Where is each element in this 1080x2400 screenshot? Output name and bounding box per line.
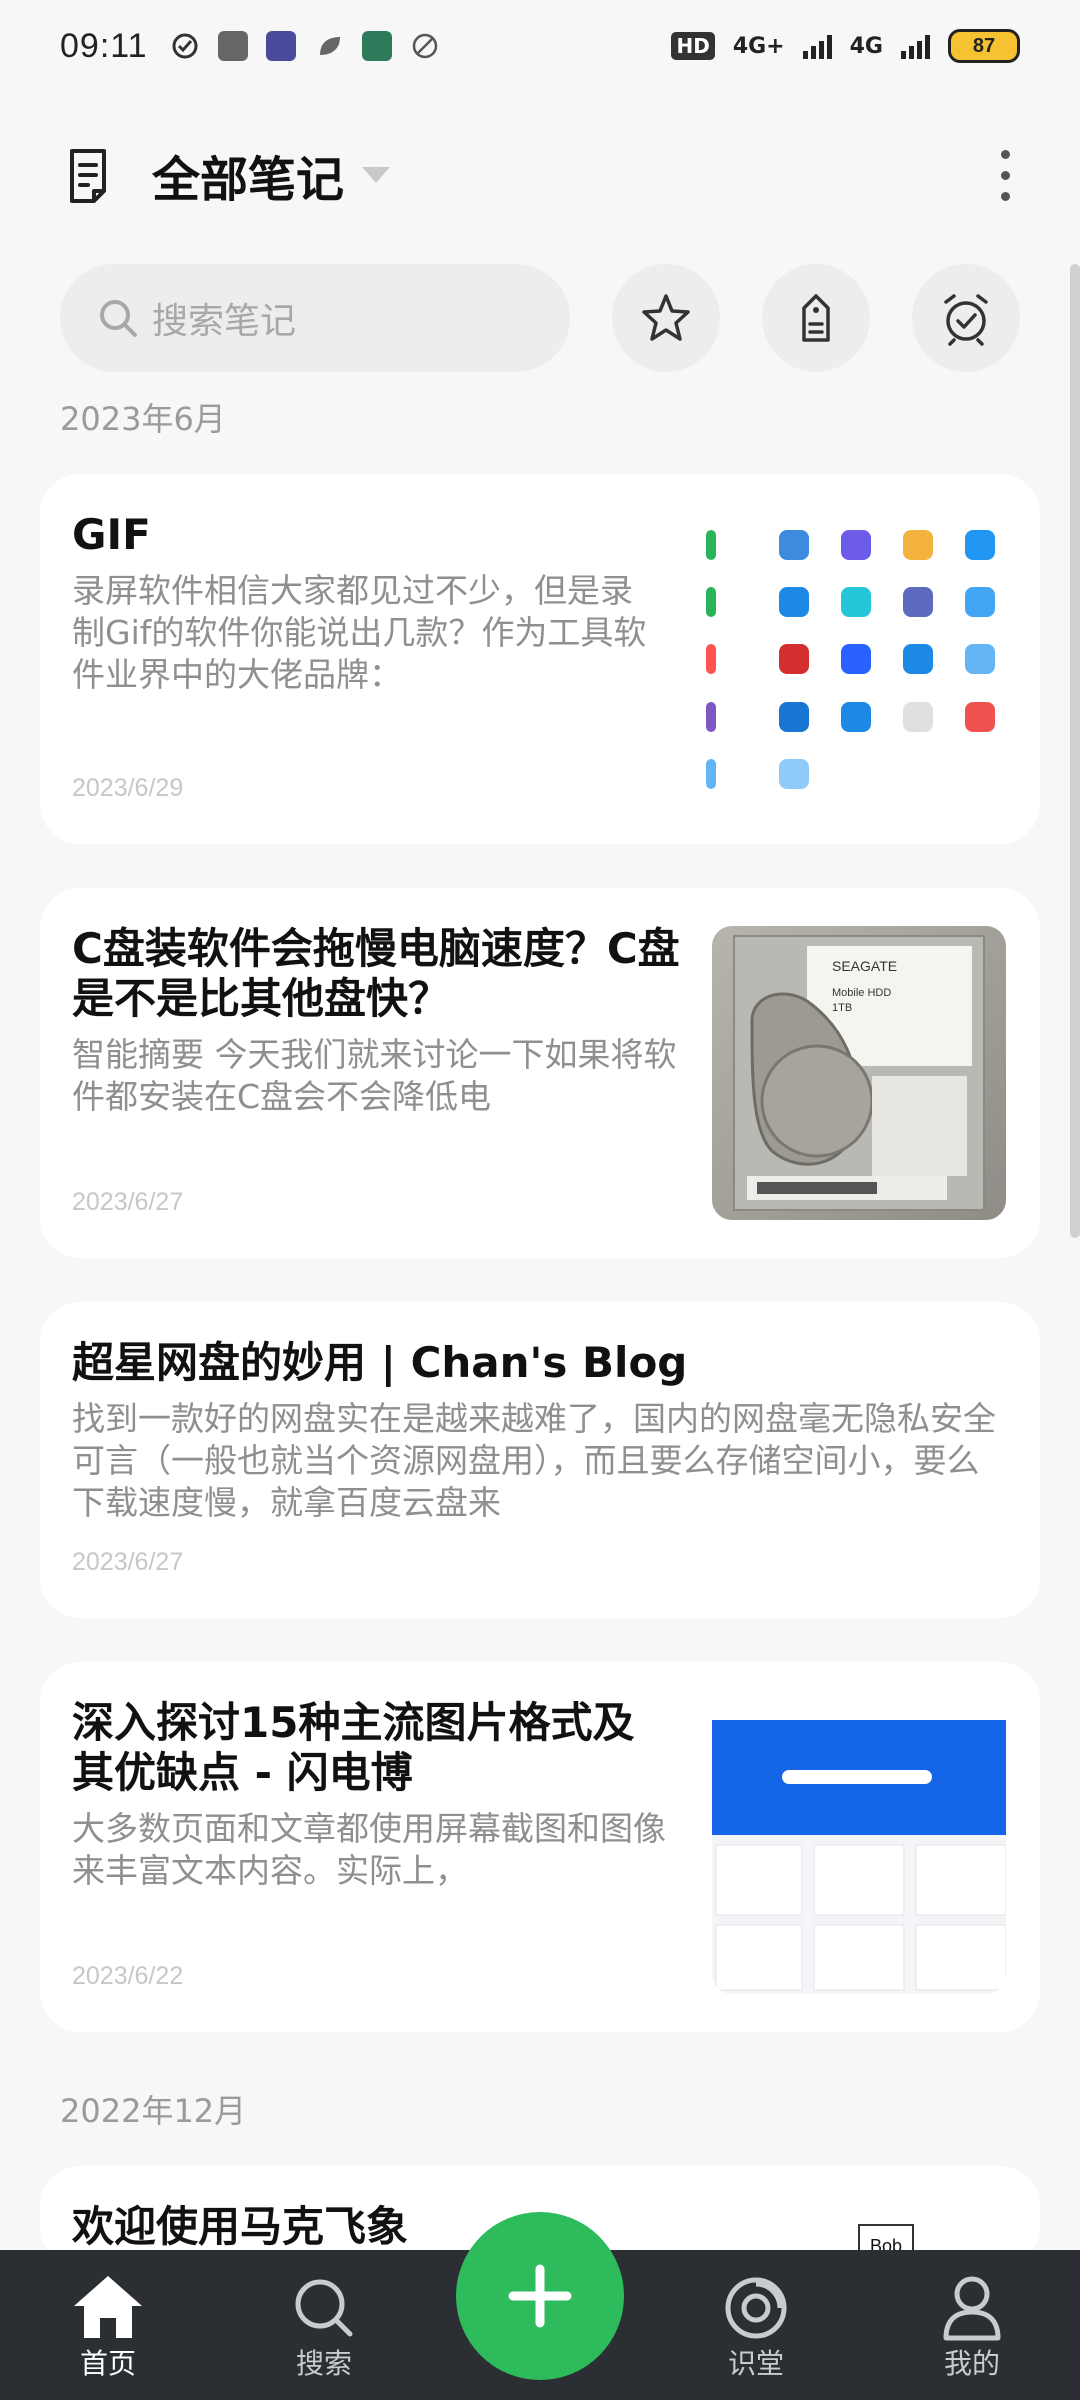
notification-icons	[170, 31, 440, 61]
note-date: 2023/6/27	[72, 1188, 184, 1216]
status-bar: 09:11 HD 4G+ 4G 87	[0, 0, 1080, 92]
signal-icon	[802, 33, 832, 59]
scrollbar[interactable]	[1070, 264, 1080, 1238]
note-card[interactable]: C盘装软件会拖慢电脑速度？C盘是不是比其他盘快？ 智能摘要 今天我们就来讨论一下…	[40, 888, 1040, 1258]
no-entry-icon	[412, 33, 437, 59]
note-snippet: 大多数页面和文章都使用屏幕截图和图像来丰富文本内容。实际上，	[72, 1809, 666, 1890]
add-note-button[interactable]	[456, 2212, 624, 2380]
user-icon	[943, 2276, 1001, 2341]
section-date-label: 2022年12月	[60, 2092, 247, 2130]
note-date: 2023/6/22	[72, 1962, 184, 1990]
chevron-down-icon[interactable]	[362, 167, 391, 183]
note-title: C盘装软件会拖慢电脑速度？C盘是不是比其他盘快？	[72, 924, 680, 1023]
notebook-icon	[70, 149, 106, 203]
avatar-app-icon	[361, 31, 392, 61]
search-icon	[295, 2279, 353, 2337]
alarm-clock-icon	[944, 294, 988, 346]
note-card[interactable]: 超星网盘的妙用 | Chan's Blog 找到一款好的网盘实在是越来越难了，国…	[40, 1302, 1040, 1618]
status-right: HD 4G+ 4G 87	[671, 29, 1020, 63]
nav-search[interactable]: 搜索	[254, 2272, 394, 2382]
nav-search-label: 搜索	[295, 2347, 352, 2380]
note-snippet: 找到一款好的网盘实在是越来越难了，国内的网盘毫无隐私安全可言（一般也就当个资源网…	[72, 1399, 996, 1522]
note-card[interactable]: GIF 录屏软件相信大家都见过不少，但是录制Gif的软件你能说出几款？作为工具软…	[40, 474, 1040, 844]
note-snippet: 录屏软件相信大家都见过不少，但是录制Gif的软件你能说出几款？作为工具软件业界中…	[72, 571, 647, 694]
note-snippet: 智能摘要 今天我们就来讨论一下如果将软件都安装在C盘会不会降低电	[72, 1035, 677, 1116]
app-game-icon	[265, 31, 296, 61]
check-circle-icon	[172, 33, 198, 59]
note-thumbnail	[706, 512, 1006, 802]
search-placeholder: 搜索笔记	[152, 301, 297, 342]
more-options-icon[interactable]	[1001, 149, 1010, 201]
search-input[interactable]: 搜索笔记	[60, 264, 570, 372]
note-card[interactable]: 深入探讨15种主流图片格式及其优缺点 - 闪电博 大多数页面和文章都使用屏幕截图…	[40, 1662, 1040, 2032]
app-square-icon	[217, 31, 248, 61]
webpage-thumbnail	[712, 1700, 1006, 1994]
tag-icon	[802, 294, 830, 342]
status-time: 09:11	[60, 26, 148, 65]
leaf-icon	[319, 37, 340, 55]
home-icon	[74, 2276, 142, 2338]
app-header: 全部笔记	[0, 120, 1080, 230]
hdd-brand-text: SEAGATE	[832, 958, 897, 974]
nav-home[interactable]: 首页	[38, 2272, 178, 2382]
favorites-button[interactable]	[612, 264, 720, 372]
page-title[interactable]: 全部笔记	[152, 140, 344, 210]
network-2-label: 4G	[849, 33, 883, 59]
note-title: 深入探讨15种主流图片格式及其优缺点 - 闪电博	[72, 1698, 635, 1797]
nav-me-label: 我的	[943, 2347, 1000, 2380]
tags-button[interactable]	[762, 264, 870, 372]
plus-icon	[508, 2264, 572, 2328]
learn-icon	[725, 2277, 787, 2339]
note-title: GIF	[72, 510, 151, 559]
search-icon	[100, 300, 137, 337]
nav-learn[interactable]: 识堂	[686, 2272, 826, 2382]
star-icon	[642, 294, 690, 341]
nav-me[interactable]: 我的	[902, 2272, 1042, 2382]
nav-learn-label: 识堂	[727, 2347, 784, 2380]
nav-home-label: 首页	[79, 2347, 136, 2380]
battery-indicator: 87	[948, 29, 1020, 63]
reminders-button[interactable]	[912, 264, 1020, 372]
hd-badge: HD	[671, 32, 715, 60]
note-date: 2023/6/29	[72, 774, 184, 802]
search-row: 搜索笔记	[60, 264, 1020, 372]
section-date-label: 2023年6月	[60, 400, 226, 438]
hdd-size-text: 1TB	[832, 1002, 852, 1014]
hdd-model-text: Mobile HDD	[832, 987, 891, 999]
note-title: 超星网盘的妙用 | Chan's Blog	[72, 1338, 688, 1387]
note-date: 2023/6/27	[72, 1548, 184, 1576]
signal-icon-2	[901, 33, 930, 59]
network-1-label: 4G+	[732, 33, 785, 59]
hard-drive-thumbnail: SEAGATE Mobile HDD 1TB	[712, 926, 1006, 1220]
